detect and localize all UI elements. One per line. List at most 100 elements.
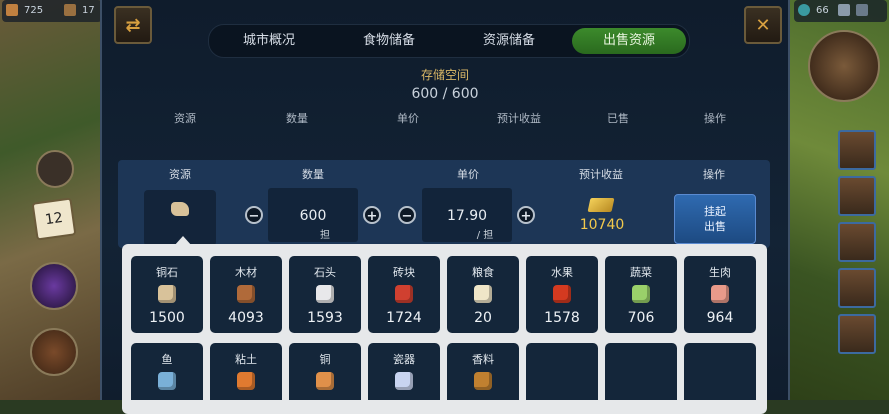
copper-ore-icon (171, 202, 189, 216)
resource-name: 铜石 (156, 266, 178, 279)
resource-quantity: 1593 (307, 310, 343, 326)
resource-name: 鱼 (161, 353, 173, 366)
price-increase-button[interactable]: + (517, 206, 535, 224)
fish-icon (158, 372, 176, 390)
resource-name: 粮食 (472, 266, 494, 279)
resource-cell-empty (684, 343, 756, 400)
resource-cell[interactable]: 粮食 20 (447, 256, 519, 333)
quantity-decrease-button[interactable]: − (245, 206, 263, 224)
hero-portrait-5[interactable] (838, 314, 876, 354)
resource-name: 香料 (472, 353, 494, 366)
wood-icon (237, 285, 255, 303)
resource-cell[interactable]: 木材 4093 (210, 256, 282, 333)
resource-name (605, 351, 677, 365)
resource-name: 铜 (319, 353, 331, 366)
close-button[interactable]: ✕ (744, 6, 782, 44)
stone-icon (316, 285, 334, 303)
tab-food-reserve[interactable]: 食物储备 (332, 28, 446, 54)
resource-name: 水果 (551, 266, 573, 279)
resource-quantity: 1578 (544, 310, 580, 326)
price-value: 17.90 (446, 208, 488, 224)
swap-button[interactable]: ⇄ (114, 6, 152, 44)
coin-icon (64, 4, 76, 16)
sell-button-line1: 挂起 (704, 205, 726, 218)
porcelain-icon (395, 372, 413, 390)
resource-name: 木材 (235, 266, 257, 279)
copper-ingot-icon (316, 372, 334, 390)
magic-orb-icon[interactable] (30, 262, 78, 310)
price-decrease-button[interactable]: − (398, 206, 416, 224)
hero-portrait-2[interactable] (838, 176, 876, 216)
quantity-increase-button[interactable]: + (363, 206, 381, 224)
quantity-value: 600 (299, 208, 327, 224)
gem-icon (6, 4, 18, 16)
resource-cell-empty (605, 343, 677, 400)
header-unit-price: 单价 (397, 112, 419, 125)
sell-header-unit-price: 单价 (457, 168, 479, 181)
resource-name (684, 351, 756, 365)
resource-name: 石头 (314, 266, 336, 279)
top-right-bar: 66 (794, 0, 887, 22)
resource-cell[interactable]: 砖块 1724 (368, 256, 440, 333)
sell-header-resource: 资源 (169, 168, 191, 181)
chest-icon[interactable] (30, 328, 78, 376)
clay-icon (237, 372, 255, 390)
header-expected-income: 预计收益 (497, 112, 541, 125)
resource-quantity: 1500 (149, 310, 185, 326)
empty-slot (711, 372, 729, 390)
vegetable-icon (632, 285, 650, 303)
resource-cell[interactable]: 石头 1593 (289, 256, 361, 333)
resource-cell-empty (526, 343, 598, 400)
sell-header-action: 操作 (703, 168, 725, 181)
resource-cell[interactable]: 瓷器 (368, 343, 440, 400)
resource-name: 蔬菜 (630, 266, 652, 279)
tab-bar: 城市概况 食物储备 资源储备 出售资源 (208, 24, 690, 58)
grain-icon (474, 285, 492, 303)
hero-portrait-3[interactable] (838, 222, 876, 262)
resource-cell[interactable]: 水果 1578 (526, 256, 598, 333)
resource-cell[interactable]: 生肉 964 (684, 256, 756, 333)
tab-city-overview[interactable]: 城市概况 (212, 28, 326, 54)
calendar-badge[interactable]: 12 (31, 197, 77, 241)
list-for-sale-button[interactable]: 挂起 出售 (674, 194, 756, 244)
resource-icon-2 (856, 4, 868, 16)
header-quantity: 数量 (286, 112, 308, 125)
sell-header-expected-income: 预计收益 (579, 168, 623, 181)
quantity-field[interactable]: 600 担 (268, 188, 358, 242)
quest-scroll-icon[interactable] (36, 150, 74, 188)
resource-quantity: 20 (474, 310, 492, 326)
empty-slot (632, 372, 650, 390)
sell-header-quantity: 数量 (302, 168, 324, 181)
gold-ingot-icon (587, 198, 615, 212)
resource-cell[interactable]: 蔬菜 706 (605, 256, 677, 333)
brick-icon (395, 285, 413, 303)
resource-cell[interactable]: 鱼 (131, 343, 203, 400)
top-stat-right: 66 (816, 5, 829, 16)
resource-quantity: 964 (706, 310, 734, 326)
resource-name: 粘土 (235, 353, 257, 366)
header-action: 操作 (704, 112, 726, 125)
sell-button-line2: 出售 (704, 220, 726, 233)
resource-cell[interactable]: 粘土 (210, 343, 282, 400)
hero-portrait-1[interactable] (838, 130, 876, 170)
price-unit: / 担 (476, 230, 494, 241)
resource-quantity: 706 (627, 310, 655, 326)
fruit-icon (553, 285, 571, 303)
resource-cell[interactable]: 香料 (447, 343, 519, 400)
resource-name (526, 351, 598, 365)
empty-slot (553, 372, 571, 390)
advisor-portrait[interactable] (808, 30, 880, 102)
header-resource: 资源 (174, 112, 196, 125)
resource-cell[interactable]: 铜石 1500 (131, 256, 203, 333)
hero-portrait-4[interactable] (838, 268, 876, 308)
spice-icon (474, 372, 492, 390)
resource-cell[interactable]: 铜 (289, 343, 361, 400)
storage-label: 存储空间 (420, 68, 469, 82)
tab-sell-resources[interactable]: 出售资源 (572, 28, 686, 54)
copper-ore-icon (158, 285, 176, 303)
resource-icon (838, 4, 850, 16)
resource-grid: 铜石 1500 木材 4093 石头 1593 砖块 1724 粮食 20 水果 1578 蔬菜 706 生… (131, 256, 761, 400)
tab-resource-reserve[interactable]: 资源储备 (452, 28, 566, 54)
resource-name: 砖块 (393, 266, 415, 279)
price-field[interactable]: 17.90 / 担 (422, 188, 512, 242)
